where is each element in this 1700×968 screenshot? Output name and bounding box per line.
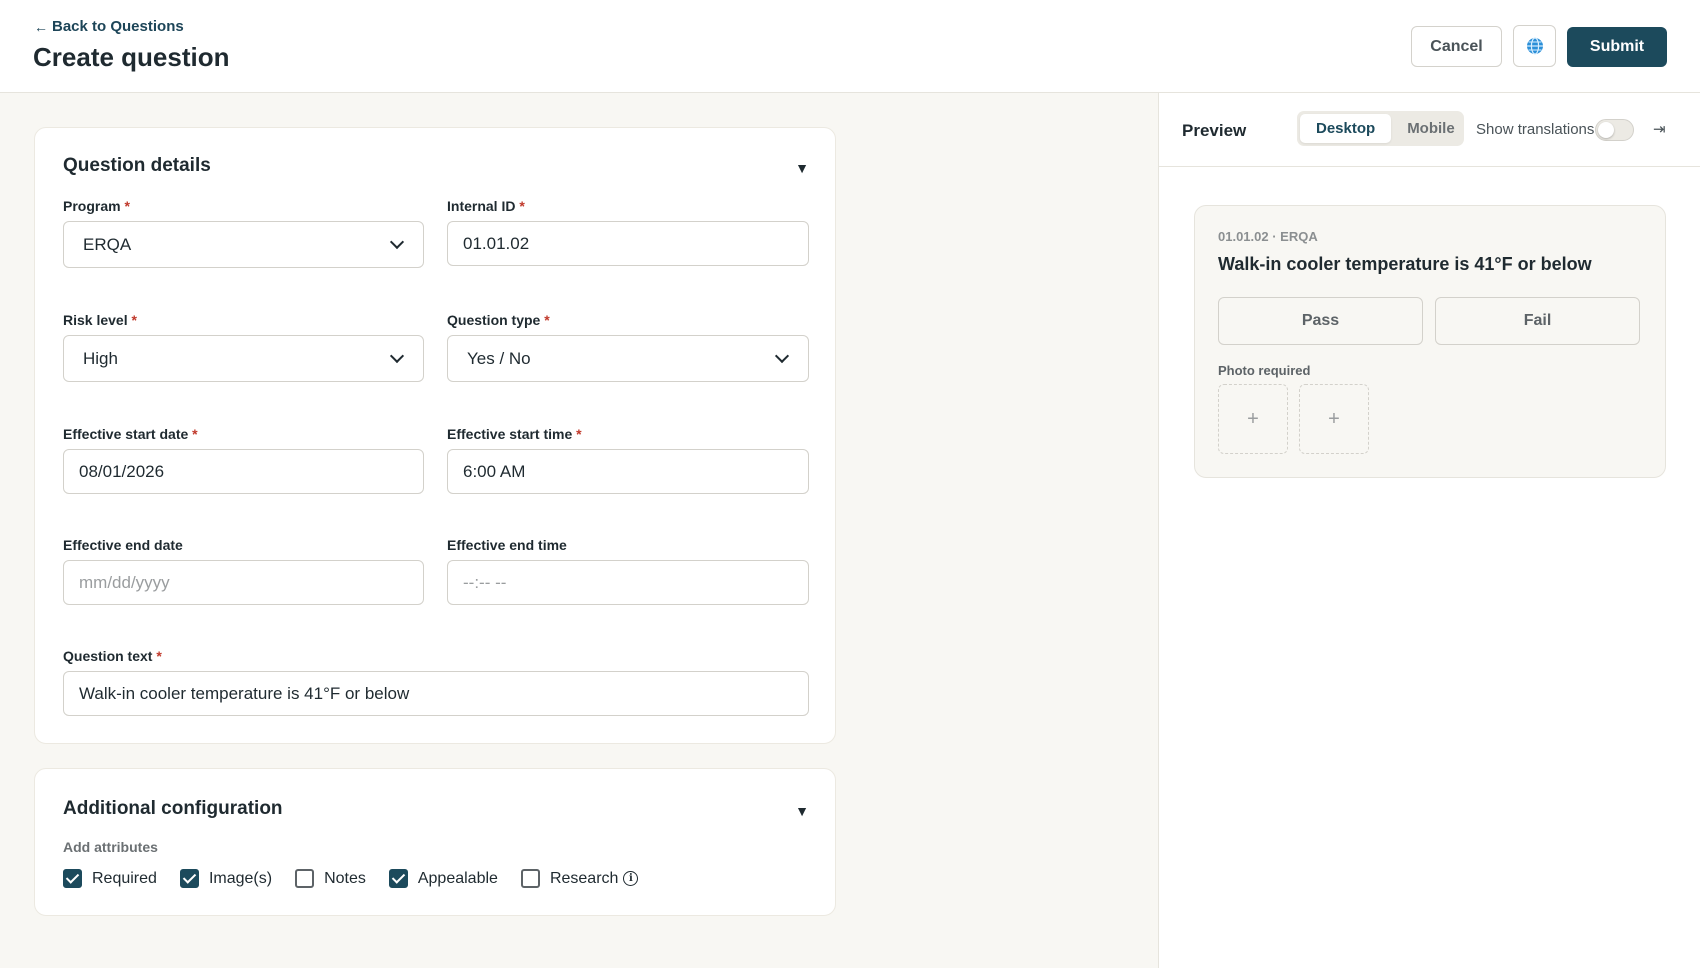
end-date-label: Effective end date <box>63 537 183 553</box>
research-checkbox[interactable] <box>520 869 540 888</box>
tab-desktop[interactable]: Desktop <box>1300 114 1392 143</box>
collapse-config-caret-icon[interactable]: ▼ <box>795 803 809 819</box>
add-photo-slot[interactable]: + <box>1218 384 1288 454</box>
question-details-card: Question details ▼ Program * ERQA Intern… <box>34 127 836 744</box>
preview-meta: 01.01.02 · ERQA <box>1218 229 1318 244</box>
preview-question-card: 01.01.02 · ERQA Walk-in cooler temperatu… <box>1194 205 1666 478</box>
question-text-label: Question text * <box>63 648 162 664</box>
attribute-required[interactable]: Required <box>63 869 157 888</box>
add-attributes-label: Add attributes <box>63 839 158 855</box>
question-text-value: Walk-in cooler temperature is 41°F or be… <box>79 683 410 703</box>
page-header: ← Back to Questions Create question Canc… <box>0 0 1700 93</box>
tab-mobile[interactable]: Mobile <box>1391 114 1471 143</box>
chevron-down-icon <box>389 348 405 364</box>
risk-level-value: High <box>83 348 118 368</box>
appealable-checkbox[interactable] <box>388 869 408 888</box>
end-date-input[interactable]: mm/dd/yyyy <box>63 560 424 605</box>
required-asterisk: * <box>131 312 137 328</box>
required-asterisk: * <box>519 198 525 214</box>
internal-id-value: 01.01.02 <box>463 233 530 253</box>
question-details-title: Question details <box>63 155 211 176</box>
notes-checkbox[interactable] <box>295 869 315 888</box>
images-checkbox[interactable] <box>179 869 199 888</box>
question-type-value: Yes / No <box>467 348 531 368</box>
required-checkbox[interactable] <box>63 869 82 888</box>
required-asterisk: * <box>544 312 550 328</box>
internal-id-label: Internal ID * <box>447 198 525 214</box>
preview-header: Preview Desktop Mobile Show translations… <box>1159 93 1700 167</box>
attributes-list: Required Image(s) Notes Appealable Resea… <box>63 869 661 888</box>
photo-required-label: Photo required <box>1218 363 1311 378</box>
add-photo-slot[interactable]: + <box>1299 384 1369 454</box>
attribute-label: Research <box>549 869 619 887</box>
preview-title: Preview <box>1182 121 1247 140</box>
attribute-notes[interactable]: Notes <box>295 869 366 888</box>
back-arrow-icon: ← <box>34 18 48 35</box>
plus-icon: + <box>1247 407 1259 430</box>
preview-panel: Preview Desktop Mobile Show translations… <box>1158 93 1700 968</box>
additional-configuration-title: Additional configuration <box>63 798 283 819</box>
device-toggle: Desktop Mobile <box>1297 111 1464 146</box>
preview-question-text: Walk-in cooler temperature is 41°F or be… <box>1218 254 1592 274</box>
end-time-label: Effective end time <box>447 537 567 553</box>
attribute-label: Required <box>92 869 157 887</box>
fail-button[interactable]: Fail <box>1435 297 1640 345</box>
risk-level-select[interactable]: High <box>63 335 424 382</box>
pass-button[interactable]: Pass <box>1218 297 1423 345</box>
attribute-label: Notes <box>324 869 366 887</box>
end-time-placeholder: --:-- -- <box>463 572 507 592</box>
page-title: Create question <box>33 42 230 72</box>
attribute-label: Appealable <box>417 869 498 887</box>
required-asterisk: * <box>156 648 162 664</box>
info-icon[interactable]: i <box>623 871 639 886</box>
start-date-input[interactable]: 08/01/2026 <box>63 449 424 494</box>
chevron-down-icon <box>774 348 790 364</box>
collapse-details-caret-icon[interactable]: ▼ <box>795 160 809 176</box>
program-label: Program * <box>63 198 130 214</box>
required-asterisk: * <box>576 426 582 442</box>
show-translations-label: Show translations <box>1476 121 1595 138</box>
internal-id-input[interactable]: 01.01.02 <box>447 221 809 266</box>
question-type-select[interactable]: Yes / No <box>447 335 809 382</box>
program-value: ERQA <box>83 234 132 254</box>
globe-icon <box>1526 37 1543 55</box>
end-time-input[interactable]: --:-- -- <box>447 560 809 605</box>
start-time-label: Effective start time * <box>447 426 582 442</box>
plus-icon: + <box>1328 407 1340 430</box>
start-time-input[interactable]: 6:00 AM <box>447 449 809 494</box>
attribute-appealable[interactable]: Appealable <box>388 869 498 888</box>
risk-level-label: Risk level * <box>63 312 137 328</box>
back-to-questions-link[interactable]: ← Back to Questions <box>34 18 184 35</box>
question-type-label: Question type * <box>447 312 550 328</box>
submit-button[interactable]: Submit <box>1567 27 1667 67</box>
additional-configuration-card: Additional configuration ▼ Add attribute… <box>34 768 836 916</box>
required-asterisk: * <box>192 426 198 442</box>
question-text-input[interactable]: Walk-in cooler temperature is 41°F or be… <box>63 671 809 716</box>
chevron-down-icon <box>389 234 405 250</box>
toggle-knob <box>1598 122 1614 138</box>
attribute-images[interactable]: Image(s) <box>179 869 273 888</box>
end-date-placeholder: mm/dd/yyyy <box>79 572 170 592</box>
start-time-value: 6:00 AM <box>463 461 526 481</box>
attribute-label: Image(s) <box>208 869 273 887</box>
program-select[interactable]: ERQA <box>63 221 424 268</box>
start-date-label: Effective start date * <box>63 426 198 442</box>
required-asterisk: * <box>124 198 130 214</box>
language-button[interactable] <box>1513 25 1556 67</box>
back-link-label: Back to Questions <box>52 18 184 35</box>
collapse-panel-icon[interactable]: ⇥ <box>1653 120 1666 138</box>
show-translations-toggle[interactable] <box>1595 119 1634 141</box>
attribute-research[interactable]: Research i <box>520 869 639 888</box>
cancel-button[interactable]: Cancel <box>1411 26 1502 67</box>
start-date-value: 08/01/2026 <box>79 461 165 481</box>
